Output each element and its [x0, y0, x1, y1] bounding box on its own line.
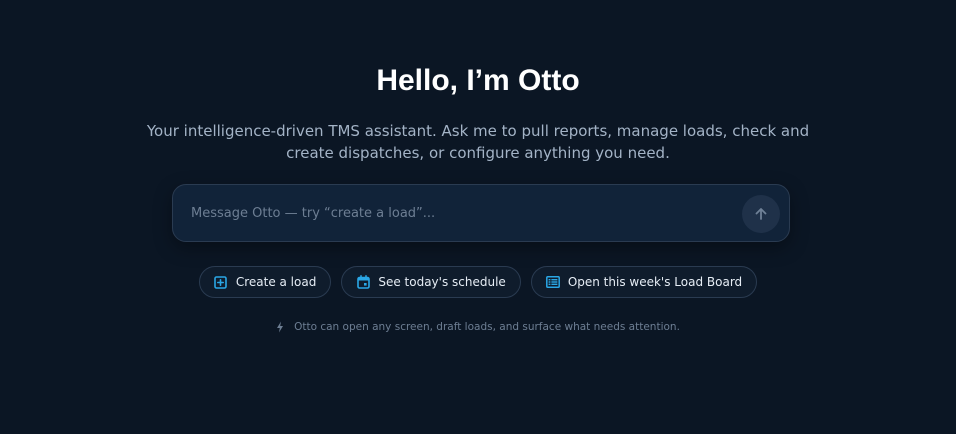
plus-square-icon [214, 275, 228, 289]
load-board-label: Open this week's Load Board [567, 275, 743, 289]
assistant-hint: Otto can open any screen, draft loads, a… [0, 321, 956, 333]
todays-schedule-button[interactable]: See today's schedule [341, 266, 521, 298]
send-button[interactable] [742, 195, 780, 233]
page-subtitle: Your intelligence-driven TMS assistant. … [146, 122, 810, 162]
bolt-icon [276, 321, 286, 333]
arrow-up-icon [753, 206, 769, 222]
create-load-label: Create a load [235, 275, 317, 289]
create-load-button[interactable]: Create a load [198, 266, 332, 298]
otto-welcome-screen: Hello, I’m Otto Your intelligence-driven… [0, 0, 956, 434]
load-board-button[interactable]: Open this week's Load Board [530, 266, 758, 298]
calendar-icon [356, 275, 370, 289]
quick-actions: Create a load See today's schedule Open … [0, 266, 956, 298]
page-title: Hello, I’m Otto [376, 64, 580, 97]
list-board-icon [545, 275, 560, 289]
message-input[interactable] [191, 185, 731, 241]
todays-schedule-label: See today's schedule [378, 275, 506, 289]
message-composer [172, 184, 790, 242]
hint-text: Otto can open any screen, draft loads, a… [294, 321, 680, 333]
